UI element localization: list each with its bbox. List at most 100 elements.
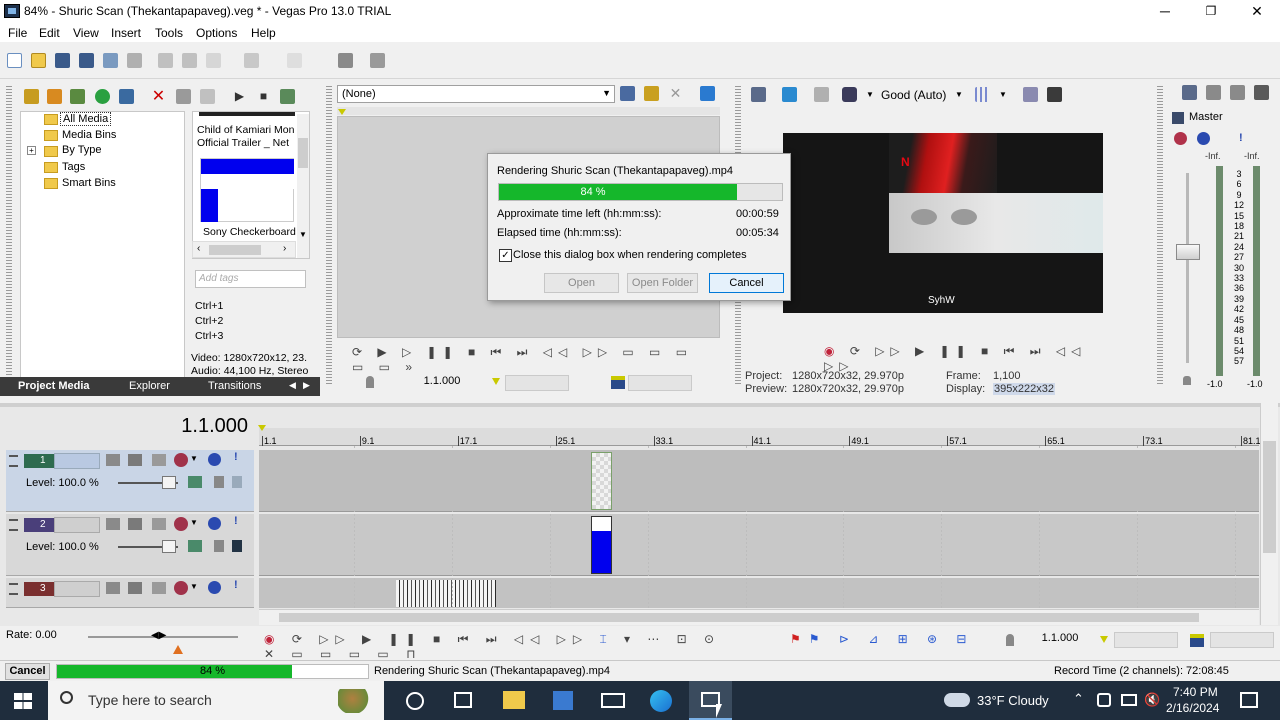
track-up-icon[interactable] xyxy=(232,476,242,488)
tab-project-media[interactable]: Project Media xyxy=(18,380,90,392)
capture-video-icon[interactable] xyxy=(47,89,62,104)
track-fx-icon[interactable] xyxy=(174,517,188,531)
scroll-left-arrow-icon[interactable]: ‹ xyxy=(197,243,200,254)
track-fx-dropdown-icon[interactable]: ▼ xyxy=(190,454,198,463)
preview-properties-icon[interactable] xyxy=(751,87,766,102)
clock-time[interactable]: 7:40 PM xyxy=(1173,685,1218,699)
trimmer-media-dropdown[interactable]: (None) ▼ xyxy=(337,85,615,103)
track-level-handle[interactable] xyxy=(162,476,176,489)
overlays-grid-icon[interactable] xyxy=(975,87,990,102)
track-mute-icon[interactable] xyxy=(208,517,221,530)
menu-options[interactable]: Options xyxy=(196,26,237,40)
refresh-icon[interactable] xyxy=(95,89,110,104)
get-media-icon[interactable] xyxy=(70,89,85,104)
trimmer-clear-icon[interactable]: ✕ xyxy=(668,86,683,101)
track-solo-icon[interactable]: ! xyxy=(234,451,238,463)
blue-clip[interactable] xyxy=(591,516,612,574)
preview-quality-value[interactable]: Good (Auto) xyxy=(881,88,946,102)
selection-start-field[interactable] xyxy=(1114,632,1178,648)
master-mixer-icon[interactable] xyxy=(1254,85,1269,100)
scroll-right-arrow-icon[interactable]: › xyxy=(283,243,286,254)
edge-browser-icon[interactable] xyxy=(650,690,672,712)
video-preview-screen[interactable]: N SyhW xyxy=(783,133,1103,313)
track-expand-icon[interactable] xyxy=(9,583,18,595)
cancel-render-button[interactable]: Cancel xyxy=(709,273,784,293)
trimmer-monitor-icon[interactable] xyxy=(700,86,715,101)
media-item-trailer-subtitle[interactable]: Official Trailer _ Net xyxy=(197,137,303,149)
media-generators-icon[interactable] xyxy=(200,89,215,104)
audio-clip[interactable] xyxy=(396,580,496,607)
trimmer-ruler[interactable] xyxy=(337,107,720,115)
tree-item-media-bins[interactable]: Media Bins xyxy=(62,129,116,141)
media-list-hscroll[interactable]: ‹ › xyxy=(192,241,296,258)
track-compositing-icon[interactable] xyxy=(128,454,142,466)
master-dim-icon[interactable] xyxy=(1230,85,1245,100)
save-snapshot-icon[interactable] xyxy=(1047,87,1062,102)
track-expand-icon[interactable] xyxy=(9,455,18,467)
track-name-field[interactable] xyxy=(54,581,100,597)
scroll-down-arrow-icon[interactable]: ▼ xyxy=(299,230,307,239)
split-screen-icon[interactable] xyxy=(842,87,857,102)
show-hidden-icons-chevron-icon[interactable]: ⌃ xyxy=(1073,691,1084,707)
track-compositing-icon[interactable] xyxy=(128,582,142,594)
minimize-button[interactable]: ─ xyxy=(1142,0,1188,23)
media-item-checkerboard-title[interactable]: Sony Checkerboard xyxy=(203,226,297,238)
selection-length-field[interactable] xyxy=(1210,632,1274,648)
menu-help[interactable]: Help xyxy=(251,26,276,40)
close-on-complete-checkbox[interactable]: ✓ xyxy=(499,249,512,262)
clock-date[interactable]: 2/16/2024 xyxy=(1166,701,1219,715)
media-properties-icon[interactable] xyxy=(176,89,191,104)
menu-insert[interactable]: Insert xyxy=(111,26,141,40)
checkerboard-clip[interactable] xyxy=(591,452,612,510)
mail-icon[interactable] xyxy=(601,693,625,708)
open-button[interactable]: Open xyxy=(544,273,619,293)
cortana-icon[interactable] xyxy=(406,692,424,710)
weather-text[interactable]: 33°F Cloudy xyxy=(977,693,1049,708)
menu-file[interactable]: File xyxy=(8,26,27,40)
tab-explorer[interactable]: Explorer xyxy=(129,380,170,392)
tab-scroll-right-icon[interactable]: ▶ xyxy=(303,380,310,391)
copy-icon[interactable] xyxy=(182,53,197,68)
master-fader-track[interactable] xyxy=(1186,173,1189,363)
notifications-icon[interactable] xyxy=(1240,692,1258,708)
rate-slider-handle-icon[interactable]: ◀▶ xyxy=(151,630,166,641)
windows-start-icon[interactable] xyxy=(14,693,32,709)
tree-item-by-type[interactable]: By Type xyxy=(62,144,102,156)
track-header-1[interactable]: 1 ▼ ! Level: 100.0 % xyxy=(6,450,254,512)
master-downmix-icon[interactable] xyxy=(1206,85,1221,100)
timeline-vscroll[interactable] xyxy=(1260,403,1278,625)
network-icon[interactable] xyxy=(1121,694,1137,706)
play-media-icon[interactable]: ▶ xyxy=(232,89,247,104)
tab-scroll-left-icon[interactable]: ◀ xyxy=(289,380,296,391)
paste-icon[interactable] xyxy=(206,53,221,68)
editing-tool-icons[interactable]: ⚑⚑ ⊳ ⊿ ⊞ ⊛ ⊟ xyxy=(790,632,1000,648)
track-compositing-mode-icon[interactable] xyxy=(152,582,166,594)
track-lane-2[interactable] xyxy=(259,514,1259,576)
preview-fx-icon[interactable] xyxy=(814,87,829,102)
track-down-icon[interactable] xyxy=(214,540,224,552)
master-fx-icon[interactable] xyxy=(1174,132,1187,145)
new-project-icon[interactable] xyxy=(7,53,22,68)
checkerboard-thumbnail[interactable] xyxy=(200,158,294,222)
media-fx-icon[interactable] xyxy=(119,89,134,104)
main-transport-controls[interactable]: ◉ ⟳ ▷▷ ▶ ❚❚ ■ ⏮ ⏭ ◁◁ ▷▷ ⌶ ▾ ⋯ ⊡ ⊙ ✕ ▭ ▭ … xyxy=(264,632,744,661)
track-name-field[interactable] xyxy=(54,517,100,533)
track-solo-icon[interactable]: ! xyxy=(234,515,238,527)
save-as-icon[interactable] xyxy=(79,53,94,68)
quality-dropdown-icon[interactable]: ▼ xyxy=(955,90,963,99)
trimmer-properties-icon[interactable] xyxy=(620,86,635,101)
media-item-trailer-title[interactable]: Child of Kamiari Mon xyxy=(197,124,303,136)
master-mute-icon[interactable] xyxy=(1197,132,1210,145)
status-cancel-button[interactable]: Cancel xyxy=(5,663,50,680)
vegas-taskbar-button[interactable] xyxy=(689,681,732,720)
track-motion-icon[interactable] xyxy=(106,582,120,594)
master-lock-icon[interactable] xyxy=(1183,376,1191,385)
trimmer-length-field[interactable] xyxy=(628,375,692,391)
menu-view[interactable]: View xyxy=(73,26,99,40)
open-folder-icon[interactable] xyxy=(31,53,46,68)
track-fx-icon[interactable] xyxy=(174,581,188,595)
overlays-dropdown-icon[interactable]: ▼ xyxy=(999,90,1007,99)
timeline-hscroll[interactable] xyxy=(259,609,1259,625)
track-envelope-icon[interactable] xyxy=(188,540,202,552)
redo-icon[interactable] xyxy=(287,53,302,68)
